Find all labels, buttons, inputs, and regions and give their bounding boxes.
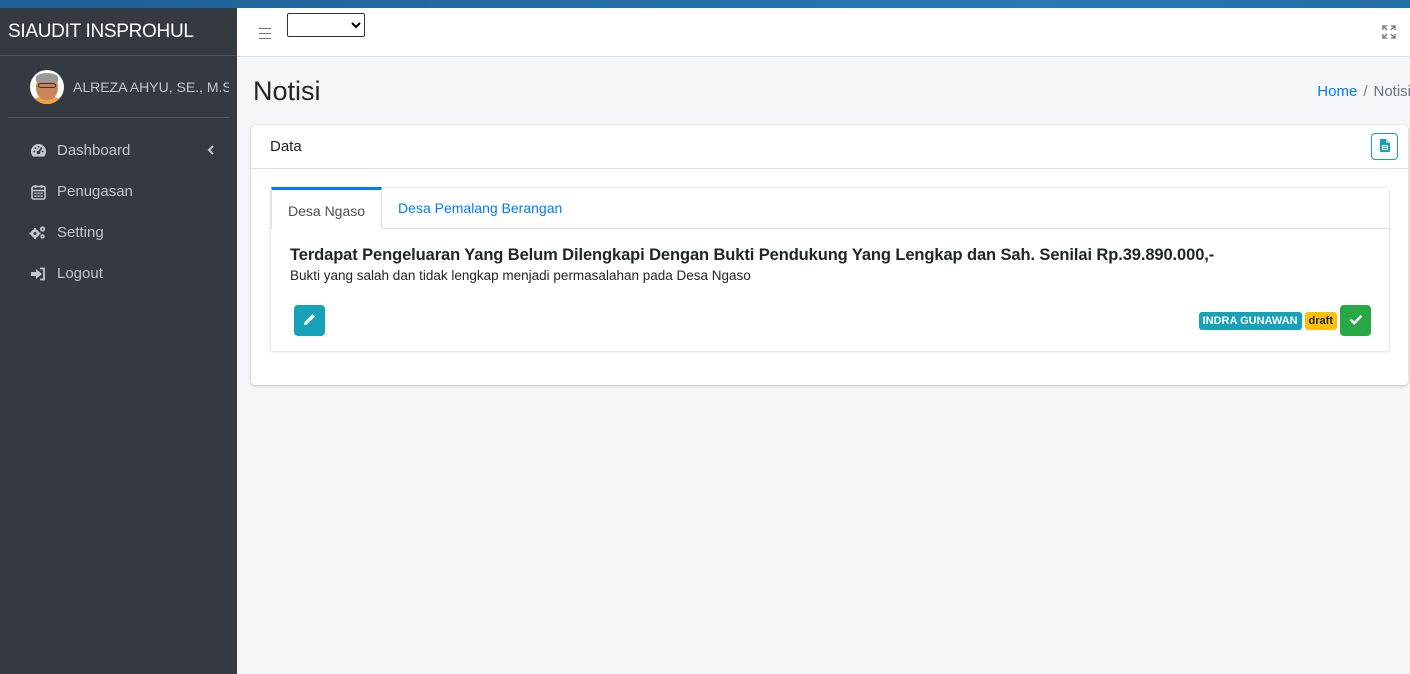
export-button[interactable] [1371, 133, 1398, 160]
main-content: Notisi Home / Notisi Data Desa Ngaso Desa … [237, 8, 1410, 674]
sidebar-nav: Dashboard Penugasan Setting Logout [0, 118, 237, 294]
sidebar-item-logout[interactable]: Logout [0, 253, 237, 294]
app-window: SIAUDIT INSPROHUL ALREZA AHYU, SE., M.Si… [0, 8, 1410, 674]
sidebar-item-setting[interactable]: Setting [0, 212, 237, 253]
tab-desa-pemalang-berangan[interactable]: Desa Pemalang Berangan [382, 188, 578, 228]
brand-link[interactable]: SIAUDIT INSPROHUL [0, 8, 237, 56]
avatar [30, 69, 64, 104]
file-document-icon [1379, 138, 1390, 155]
sidebar: SIAUDIT INSPROHUL ALREZA AHYU, SE., M.Si… [0, 8, 237, 674]
breadcrumb-separator: / [1363, 82, 1368, 100]
user-name[interactable]: ALREZA AHYU, SE., M.Si., M.Si. [73, 79, 229, 95]
checkmark-icon [1349, 313, 1363, 328]
sidebar-item-penugasan[interactable]: Penugasan [0, 171, 237, 212]
tabs-card: Desa Ngaso Desa Pemalang Berangan Terdap… [270, 187, 1390, 352]
card-title: Data [270, 138, 302, 155]
breadcrumb-home-link[interactable]: Home [1317, 83, 1357, 100]
gears-icon [29, 224, 47, 242]
user-panel[interactable]: ALREZA AHYU, SE., M.Si., M.Si. [8, 56, 229, 118]
finding-title: Terdapat Pengeluaran Yang Belum Dilengka… [290, 246, 1215, 264]
village-tabs: Desa Ngaso Desa Pemalang Berangan [271, 187, 1389, 229]
context-select[interactable] [287, 13, 365, 37]
sidebar-item-dashboard[interactable]: Dashboard [0, 130, 237, 171]
sidebar-item-label: Setting [57, 224, 104, 241]
fullscreen-expand-icon[interactable] [1382, 25, 1396, 39]
hamburger-menu-icon[interactable] [259, 27, 273, 40]
breadcrumb: Home / Notisi [1317, 83, 1410, 100]
breadcrumb-current: Notisi [1373, 82, 1410, 100]
card-body: Desa Ngaso Desa Pemalang Berangan Terdap… [251, 169, 1408, 352]
edit-button[interactable] [294, 305, 325, 336]
sidebar-item-label: Penugasan [57, 183, 133, 200]
page-title: Notisi [253, 75, 321, 106]
chevron-left-icon [207, 143, 215, 158]
auditor-badge: INDRA GUNAWAN [1198, 311, 1302, 330]
tab-desa-ngaso[interactable]: Desa Ngaso [271, 187, 383, 229]
dashboard-gauge-icon [29, 142, 47, 160]
finding-description: Bukti yang salah dan tidak lengkap menja… [290, 268, 751, 283]
approve-button[interactable] [1340, 305, 1371, 336]
finding-actions: INDRA GUNAWAN draft [1198, 305, 1371, 336]
pencil-icon [303, 313, 316, 329]
tab-pane-desa-ngaso: Terdapat Pengeluaran Yang Belum Dilengka… [271, 229, 1389, 352]
content-header: Notisi Home / Notisi [237, 57, 1410, 125]
logout-icon [29, 265, 47, 283]
top-navbar [237, 8, 1410, 57]
status-badge: draft [1304, 311, 1337, 330]
data-card: Data Desa Ngaso Desa Pemalang Berangan T… [251, 125, 1408, 385]
sidebar-item-label: Logout [57, 265, 103, 282]
sidebar-item-label: Dashboard [57, 142, 131, 159]
card-header: Data [251, 125, 1408, 169]
calendar-icon [29, 183, 47, 201]
